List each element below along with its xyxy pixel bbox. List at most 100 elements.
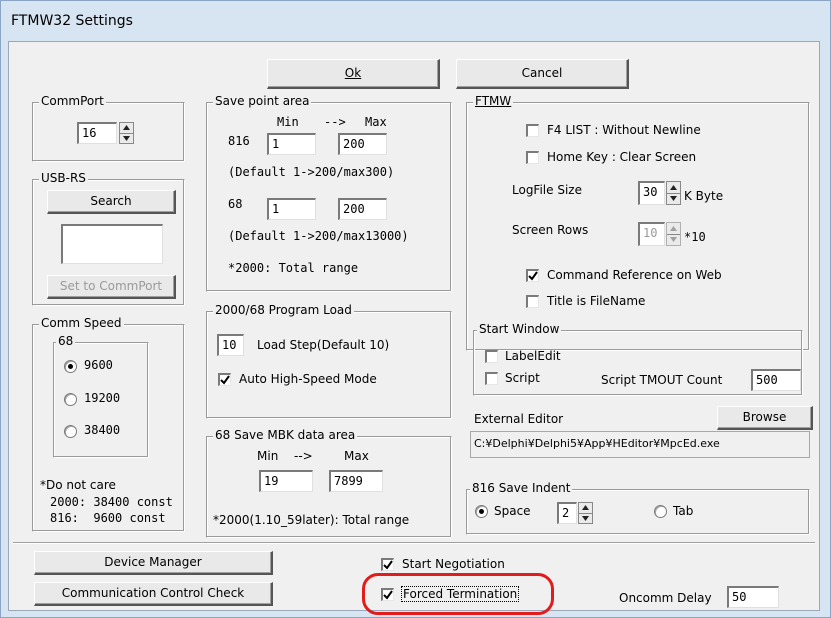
auto-high-speed-label: Auto High-Speed Mode — [239, 372, 377, 386]
load-step-label: Load Step(Default 10) — [257, 338, 390, 352]
title-filename-checkbox[interactable] — [526, 295, 539, 308]
save-point-68-min-input[interactable]: 1 — [267, 198, 316, 220]
screen-rows-input[interactable]: 10 — [638, 222, 665, 246]
save-point-68-default: (Default 1->200/max13000) — [228, 229, 409, 243]
radio-19200[interactable] — [64, 393, 77, 406]
commport-spinner[interactable] — [119, 122, 134, 144]
f4-list-label: F4 LIST : Without Newline — [547, 123, 701, 137]
save-point-816-label: 816 — [228, 134, 250, 148]
search-button[interactable]: Search — [47, 190, 176, 214]
comm-speed-group: Comm Speed 68 9600 19200 38400 *Do not c… — [32, 316, 185, 532]
browse-button[interactable]: Browse — [717, 406, 813, 430]
indent-input[interactable]: 2 — [557, 502, 577, 524]
home-key-checkbox[interactable] — [526, 151, 539, 164]
save-point-max-header: Max — [365, 115, 387, 129]
spin-down-icon[interactable] — [667, 234, 680, 245]
logfile-size-unit: K Byte — [684, 189, 724, 203]
set-to-commport-button[interactable]: Set to CommPort — [47, 275, 176, 299]
command-ref-checkbox[interactable] — [526, 269, 539, 282]
window-title: FTMW32 Settings — [11, 13, 133, 29]
save-point-note: *2000: Total range — [228, 261, 359, 275]
screen-rows-unit: *10 — [684, 230, 706, 244]
radio-9600-label: 9600 — [84, 358, 113, 372]
communication-control-check-button[interactable]: Communication Control Check — [34, 582, 273, 606]
forced-termination-highlight — [362, 573, 554, 615]
spin-up-icon[interactable] — [667, 182, 680, 193]
external-editor-path[interactable]: C:¥Delphi¥Delphi5¥App¥HEditor¥MpcEd.exe — [470, 431, 810, 458]
start-window-label: Start Window — [477, 322, 562, 336]
oncomm-delay-label: Oncomm Delay — [619, 591, 712, 605]
screen-rows-spinner[interactable] — [666, 222, 681, 246]
start-negotiation-checkbox[interactable] — [381, 558, 394, 571]
settings-window: FTMW32 Settings Ok Cancel CommPort 16 US… — [0, 0, 831, 618]
program-load-group: 2000/68 Program Load 10 Load Step(Defaul… — [206, 303, 452, 419]
mbk-note: *2000(1.10_59later): Total range — [213, 513, 410, 527]
title-bar[interactable]: FTMW32 Settings — [1, 1, 830, 41]
radio-9600[interactable] — [64, 360, 77, 373]
indent-space-label: Space — [494, 504, 531, 518]
indent-tab-label: Tab — [673, 504, 694, 518]
tmout-input[interactable]: 500 — [751, 369, 801, 391]
ftmw-group: FTMW F4 LIST : Without Newline Home Key … — [466, 94, 810, 351]
spin-up-icon[interactable] — [579, 503, 592, 513]
program-load-label: 2000/68 Program Load — [213, 303, 354, 317]
save-point-area-group: Save point area Min --> Max 816 1 200 (D… — [206, 94, 452, 292]
label-edit-checkbox[interactable] — [485, 350, 498, 363]
mbk-min-header: Min — [257, 449, 279, 463]
commport-input[interactable]: 16 — [77, 122, 117, 144]
radio-19200-label: 19200 — [84, 391, 121, 405]
f4-list-checkbox[interactable] — [526, 124, 539, 137]
logfile-size-input[interactable]: 30 — [638, 181, 665, 205]
commport-group: CommPort 16 — [32, 94, 185, 162]
save-point-arrow-header: --> — [324, 115, 346, 129]
indent-space-radio[interactable] — [475, 505, 488, 518]
auto-high-speed-checkbox[interactable] — [218, 373, 231, 386]
comm-speed-note-2: 2000: 38400 const — [50, 495, 173, 509]
ok-button-label: Ok — [344, 66, 362, 80]
indent-spinner[interactable] — [578, 502, 593, 524]
save-point-816-max-input[interactable]: 200 — [338, 133, 387, 155]
spin-up-icon[interactable] — [667, 223, 680, 234]
radio-38400-label: 38400 — [84, 423, 121, 437]
cancel-button[interactable]: Cancel — [456, 59, 629, 89]
logfile-size-spinner[interactable] — [666, 181, 681, 205]
usb-rs-listbox[interactable] — [61, 224, 163, 264]
save-point-816-min-input[interactable]: 1 — [267, 133, 316, 155]
mbk-area-group: 68 Save MBK data area Min --> Max 19 789… — [206, 428, 452, 538]
start-negotiation-label: Start Negotiation — [402, 557, 505, 571]
spin-down-icon[interactable] — [120, 133, 133, 143]
oncomm-delay-input[interactable]: 50 — [727, 586, 779, 608]
home-key-label: Home Key : Clear Screen — [547, 150, 697, 164]
spin-down-icon[interactable] — [667, 193, 680, 204]
save-point-68-max-input[interactable]: 200 — [338, 198, 387, 220]
label-edit-label: LabelEdit — [505, 349, 561, 363]
comm-speed-note-3: 816: 9600 const — [50, 511, 166, 525]
spin-up-icon[interactable] — [120, 123, 133, 133]
spin-down-icon[interactable] — [579, 513, 592, 523]
cancel-button-label: Cancel — [521, 66, 563, 80]
title-filename-label: Title is FileName — [547, 294, 646, 308]
load-step-input[interactable]: 10 — [217, 334, 244, 356]
ftmw-label: FTMW — [473, 94, 514, 108]
logfile-size-label: LogFile Size — [512, 183, 582, 197]
mbk-area-label: 68 Save MBK data area — [213, 428, 358, 442]
external-editor-label: External Editor — [474, 412, 564, 426]
comm-speed-label: Comm Speed — [39, 316, 124, 330]
comm-speed-note-1: *Do not care — [40, 478, 116, 492]
bottom-separator — [13, 542, 815, 544]
save-point-68-label: 68 — [228, 197, 243, 211]
commport-label: CommPort — [39, 94, 106, 108]
radio-38400[interactable] — [64, 425, 77, 438]
ok-button[interactable]: Ok — [267, 59, 440, 89]
tmout-label: Script TMOUT Count — [601, 373, 723, 387]
usb-rs-label: USB-RS — [39, 171, 88, 185]
script-checkbox[interactable] — [485, 372, 498, 385]
mbk-max-header: Max — [344, 449, 369, 463]
save-point-area-label: Save point area — [213, 94, 312, 108]
dialog-client-area: Ok Cancel CommPort 16 USB-RS Search Set … — [8, 41, 820, 615]
mbk-min-input[interactable]: 19 — [259, 470, 313, 492]
indent-tab-radio[interactable] — [654, 505, 667, 518]
script-label: Script — [505, 371, 540, 385]
device-manager-button[interactable]: Device Manager — [34, 551, 273, 575]
mbk-max-input[interactable]: 7899 — [329, 470, 383, 492]
